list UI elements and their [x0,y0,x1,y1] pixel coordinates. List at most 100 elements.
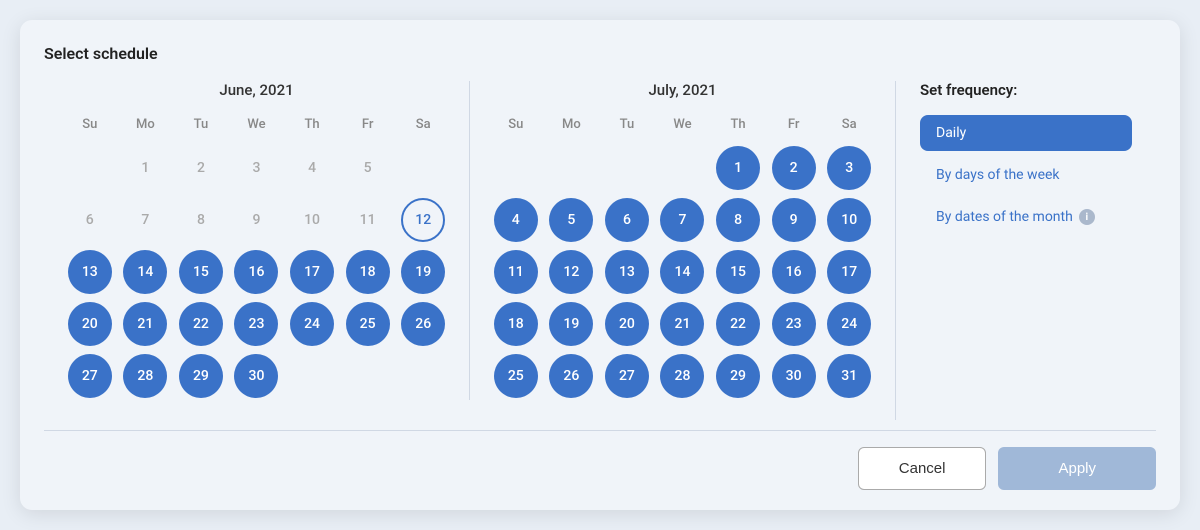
frequency-options-list: Daily By days of the week By dates of the … [920,115,1132,235]
day-cell[interactable]: 15 [716,250,760,294]
day-header: Th [286,113,338,140]
day-cell[interactable]: 24 [827,302,871,346]
calendar-june-grid: SuMoTuWeThFrSa12345678910111213141516171… [64,113,449,400]
day-cell[interactable]: 9 [772,198,816,242]
day-cell[interactable]: 25 [494,354,538,398]
day-cell[interactable]: 23 [772,302,816,346]
day-cell[interactable]: 2 [179,146,223,190]
day-cell[interactable]: 27 [68,354,112,398]
day-cell[interactable]: 10 [290,198,334,242]
frequency-option-daily[interactable]: Daily [920,115,1132,151]
day-cell[interactable]: 8 [179,198,223,242]
day-cell[interactable]: 24 [290,302,334,346]
day-header: Sa [397,113,449,140]
day-cell[interactable]: 1 [716,146,760,190]
calendar-july-header: July, 2021 [490,81,875,99]
day-header: Tu [601,113,653,140]
day-cell [290,354,334,398]
day-cell[interactable]: 12 [549,250,593,294]
day-cell[interactable]: 14 [660,250,704,294]
day-header: Tu [175,113,227,140]
day-cell[interactable]: 19 [549,302,593,346]
day-header: Mo [546,113,598,140]
day-header: Mo [120,113,172,140]
frequency-option-by-days[interactable]: By days of the week [920,157,1132,193]
select-schedule-dialog: Select schedule June, 2021SuMoTuWeThFrSa… [20,20,1180,510]
day-cell[interactable]: 22 [179,302,223,346]
day-cell[interactable]: 13 [68,250,112,294]
day-cell[interactable]: 19 [401,250,445,294]
day-cell [401,146,445,190]
day-cell[interactable]: 9 [234,198,278,242]
day-cell [494,146,538,190]
day-cell[interactable]: 3 [234,146,278,190]
day-header: Fr [768,113,820,140]
day-cell[interactable]: 13 [605,250,649,294]
day-cell[interactable]: 17 [290,250,334,294]
day-cell[interactable]: 21 [660,302,704,346]
day-cell[interactable]: 17 [827,250,871,294]
day-cell[interactable]: 20 [68,302,112,346]
day-header: Su [490,113,542,140]
frequency-section: Set frequency: Daily By days of the week B… [896,81,1156,420]
frequency-title: Set frequency: [920,81,1132,99]
day-cell[interactable]: 16 [772,250,816,294]
day-cell[interactable]: 26 [401,302,445,346]
day-cell[interactable]: 8 [716,198,760,242]
day-cell[interactable]: 14 [123,250,167,294]
day-cell[interactable]: 7 [660,198,704,242]
day-cell [68,146,112,190]
day-cell[interactable]: 31 [827,354,871,398]
day-header: Fr [342,113,394,140]
day-cell[interactable]: 25 [346,302,390,346]
day-cell[interactable]: 4 [494,198,538,242]
day-cell[interactable]: 29 [716,354,760,398]
day-cell[interactable]: 27 [605,354,649,398]
day-cell[interactable]: 28 [660,354,704,398]
info-icon: i [1079,209,1095,225]
day-cell[interactable]: 16 [234,250,278,294]
day-cell[interactable]: 18 [494,302,538,346]
dialog-footer: Cancel Apply [44,430,1156,510]
day-header: Sa [823,113,875,140]
day-cell [346,354,390,398]
day-cell[interactable]: 11 [346,198,390,242]
apply-button[interactable]: Apply [998,447,1156,490]
day-cell[interactable]: 15 [179,250,223,294]
day-header: Th [712,113,764,140]
day-cell [549,146,593,190]
day-cell[interactable]: 3 [827,146,871,190]
frequency-label-by-dates: By dates of the month [936,209,1073,225]
day-cell[interactable]: 21 [123,302,167,346]
day-cell[interactable]: 11 [494,250,538,294]
day-cell[interactable]: 6 [68,198,112,242]
day-cell[interactable]: 7 [123,198,167,242]
day-cell[interactable]: 5 [549,198,593,242]
day-cell[interactable]: 5 [346,146,390,190]
day-cell[interactable]: 23 [234,302,278,346]
frequency-option-by-dates[interactable]: By dates of the month i [920,199,1132,235]
day-header: We [657,113,709,140]
calendar-july-grid: SuMoTuWeThFrSa12345678910111213141516171… [490,113,875,400]
day-cell[interactable]: 26 [549,354,593,398]
calendars-section: June, 2021SuMoTuWeThFrSa1234567891011121… [44,81,896,420]
day-cell[interactable]: 30 [234,354,278,398]
dialog-title: Select schedule [44,44,1156,63]
day-cell[interactable]: 18 [346,250,390,294]
day-cell[interactable]: 10 [827,198,871,242]
day-cell[interactable]: 28 [123,354,167,398]
day-cell[interactable]: 2 [772,146,816,190]
day-cell[interactable]: 4 [290,146,334,190]
calendar-june: June, 2021SuMoTuWeThFrSa1234567891011121… [44,81,470,400]
day-cell [401,354,445,398]
cancel-button[interactable]: Cancel [858,447,987,490]
day-cell[interactable]: 29 [179,354,223,398]
day-cell[interactable]: 30 [772,354,816,398]
dialog-body: June, 2021SuMoTuWeThFrSa1234567891011121… [44,81,1156,420]
day-cell[interactable]: 1 [123,146,167,190]
day-cell[interactable]: 22 [716,302,760,346]
calendar-july: July, 2021SuMoTuWeThFrSa1234567891011121… [470,81,895,400]
day-cell[interactable]: 6 [605,198,649,242]
day-cell[interactable]: 20 [605,302,649,346]
day-cell[interactable]: 12 [401,198,445,242]
